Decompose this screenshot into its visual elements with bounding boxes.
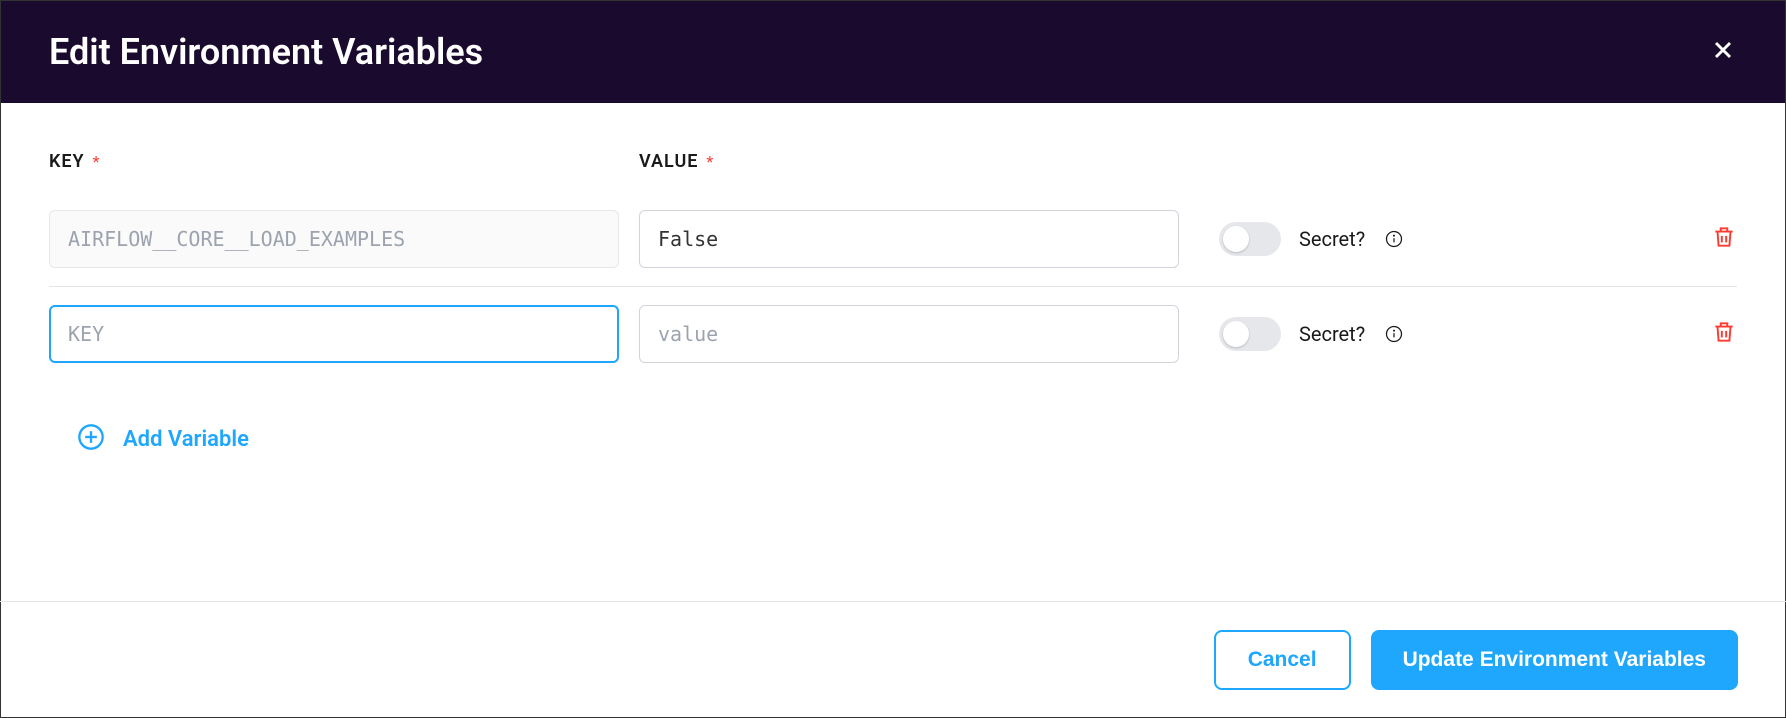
toggle-knob xyxy=(1223,321,1249,347)
toggle-knob xyxy=(1223,226,1249,252)
secret-toggle[interactable] xyxy=(1219,317,1281,351)
add-variable-label: Add Variable xyxy=(123,427,249,452)
key-input[interactable] xyxy=(49,210,619,268)
value-input[interactable] xyxy=(639,210,1179,268)
modal-footer: Cancel Update Environment Variables xyxy=(0,601,1786,718)
secret-label: Secret? xyxy=(1299,227,1365,251)
key-column-label: KEY xyxy=(49,151,85,172)
modal-title: Edit Environment Variables xyxy=(49,31,483,73)
delete-icon[interactable] xyxy=(1711,319,1737,349)
modal-header: Edit Environment Variables xyxy=(1,1,1785,103)
delete-icon[interactable] xyxy=(1711,224,1737,254)
value-input[interactable] xyxy=(639,305,1179,363)
update-button[interactable]: Update Environment Variables xyxy=(1371,630,1738,690)
column-headers: KEY * VALUE * xyxy=(49,151,1737,172)
variable-row: Secret? xyxy=(49,287,1737,381)
secret-toggle[interactable] xyxy=(1219,222,1281,256)
key-input[interactable] xyxy=(49,305,619,363)
add-variable-button[interactable]: Add Variable xyxy=(49,423,1737,455)
cancel-button[interactable]: Cancel xyxy=(1214,630,1351,690)
required-mark: * xyxy=(706,152,713,171)
modal-body: KEY * VALUE * Secret? xyxy=(1,103,1785,455)
close-icon[interactable] xyxy=(1709,36,1737,68)
secret-label: Secret? xyxy=(1299,322,1365,346)
plus-icon xyxy=(77,423,105,455)
info-icon[interactable] xyxy=(1383,228,1405,250)
variable-row: Secret? xyxy=(49,192,1737,287)
info-icon[interactable] xyxy=(1383,323,1405,345)
value-column-label: VALUE xyxy=(639,151,698,172)
required-mark: * xyxy=(93,152,100,171)
